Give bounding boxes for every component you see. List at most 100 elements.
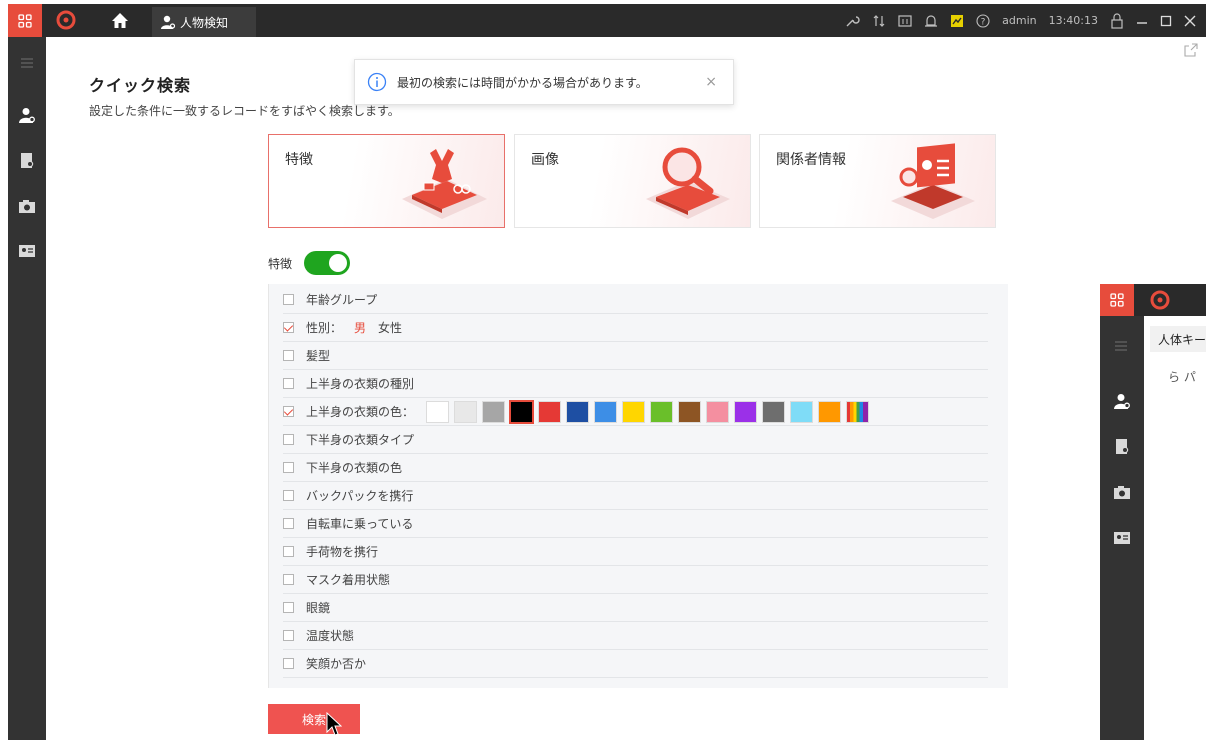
- color-swatch[interactable]: [509, 399, 535, 424]
- card-related-person[interactable]: 関係者情報: [759, 134, 996, 228]
- transfer-icon[interactable]: [872, 14, 886, 28]
- minimize-icon[interactable]: [1136, 15, 1148, 27]
- home-icon[interactable]: [110, 11, 130, 31]
- checkbox[interactable]: [283, 602, 294, 613]
- maximize-icon[interactable]: [1160, 15, 1172, 27]
- criteria-row-upper-clothing-type[interactable]: 上半身の衣類の種別: [283, 370, 988, 398]
- help-icon[interactable]: ?: [976, 13, 990, 28]
- checkbox[interactable]: [283, 350, 294, 361]
- criteria-row-gender[interactable]: 性別： 男 女性: [283, 314, 988, 342]
- color-swatch[interactable]: [538, 400, 562, 423]
- checkbox[interactable]: [283, 490, 294, 501]
- user-name[interactable]: admin: [1002, 14, 1036, 27]
- info-icon: [367, 72, 387, 92]
- info-toast: 最初の検索には時間がかかる場合があります。 ×: [354, 59, 734, 105]
- color-swatches: [426, 399, 870, 424]
- search-button[interactable]: 検索: [268, 704, 360, 734]
- criteria-row-smile[interactable]: 笑顔か否か: [283, 650, 988, 678]
- criteria-panel: 年齢グループ 性別： 男 女性 髪型 上半身の衣類の種別 上半身の衣類の色： 下…: [268, 284, 1008, 688]
- color-swatch[interactable]: [650, 400, 674, 423]
- criteria-row-lower-clothing-color[interactable]: 下半身の衣類の色: [283, 454, 988, 482]
- criteria-label: 笑顔か否か: [306, 657, 367, 671]
- feature-toggle[interactable]: [304, 251, 351, 275]
- second-window-tab[interactable]: 人体キー: [1150, 326, 1206, 352]
- document-search-icon[interactable]: [1114, 438, 1130, 456]
- camera-search-icon: [19, 200, 35, 213]
- camera-search-icon[interactable]: [1113, 484, 1131, 500]
- id-card-icon: [891, 143, 975, 219]
- feature-icon: [402, 149, 487, 219]
- device-icon[interactable]: [898, 14, 912, 28]
- alarm-icon[interactable]: [924, 14, 938, 28]
- color-swatch[interactable]: [566, 400, 590, 423]
- person-search-icon[interactable]: [1113, 392, 1131, 410]
- criteria-row-backpack[interactable]: バックパックを携行: [283, 482, 988, 510]
- color-swatch[interactable]: [678, 400, 702, 423]
- gender-option-female[interactable]: 女性: [378, 319, 402, 336]
- menu-icon[interactable]: [1114, 340, 1128, 352]
- criteria-row-mask[interactable]: マスク着用状態: [283, 566, 988, 594]
- picture-alert-icon[interactable]: [950, 14, 964, 28]
- checkbox[interactable]: [283, 462, 294, 473]
- checkbox[interactable]: [283, 294, 294, 305]
- gender-option-male[interactable]: 男: [354, 319, 366, 336]
- color-swatch[interactable]: [762, 400, 786, 423]
- apps-grid-icon[interactable]: [1100, 284, 1134, 316]
- criteria-row-lower-clothing-type[interactable]: 下半身の衣類タイプ: [283, 426, 988, 454]
- checkbox[interactable]: [283, 630, 294, 641]
- lock-icon[interactable]: [1110, 12, 1124, 29]
- menu-icon[interactable]: [8, 51, 46, 75]
- sidebar-item-document-search[interactable]: [8, 149, 46, 173]
- feature-toggle-row: 特徴: [268, 251, 351, 275]
- checkbox[interactable]: [283, 378, 294, 389]
- second-window-sidebar: [1100, 316, 1144, 740]
- color-swatch[interactable]: [706, 400, 730, 423]
- color-swatch[interactable]: [622, 400, 646, 423]
- tab-person-detection[interactable]: 人物検知: [152, 7, 256, 37]
- checkbox[interactable]: [283, 658, 294, 669]
- sidebar-item-id-card[interactable]: [8, 239, 46, 263]
- id-card-icon[interactable]: [1113, 530, 1131, 546]
- criteria-row-hairstyle[interactable]: 髪型: [283, 342, 988, 370]
- criteria-label: 温度状態: [306, 629, 355, 643]
- app-logo-icon: [56, 10, 76, 30]
- wrench-icon[interactable]: [844, 13, 860, 29]
- checkbox[interactable]: [283, 434, 294, 445]
- main-content: クイック検索 設定した条件に一致するレコードをすばやく検索します。 最初の検索に…: [46, 37, 1206, 740]
- second-window: 人体キー ら パ: [1100, 284, 1206, 740]
- criteria-row-temperature[interactable]: 温度状態: [283, 622, 988, 650]
- checkbox[interactable]: [283, 518, 294, 529]
- open-external-icon[interactable]: [1184, 43, 1198, 57]
- card-image[interactable]: 画像: [514, 134, 751, 228]
- criteria-row-age-group[interactable]: 年齢グループ: [283, 286, 988, 314]
- color-swatch[interactable]: [482, 400, 506, 423]
- sidebar-item-camera-search[interactable]: [8, 194, 46, 218]
- criteria-label: 髪型: [306, 349, 331, 363]
- card-feature[interactable]: 特徴: [268, 134, 505, 228]
- id-card-icon: [19, 245, 35, 257]
- second-window-titlebar: [1100, 284, 1206, 316]
- card-label: 関係者情報: [776, 152, 846, 168]
- criteria-row-carrying-bag[interactable]: 手荷物を携行: [283, 538, 988, 566]
- color-swatch[interactable]: [734, 400, 758, 423]
- criteria-row-upper-clothing-color[interactable]: 上半身の衣類の色：: [283, 398, 988, 426]
- color-swatch[interactable]: [594, 400, 618, 423]
- color-swatch[interactable]: [818, 400, 842, 423]
- person-search-icon: [19, 108, 35, 123]
- color-swatch[interactable]: [846, 400, 870, 423]
- magnifier-icon: [646, 147, 730, 219]
- color-swatch[interactable]: [454, 400, 478, 423]
- apps-grid-icon[interactable]: [8, 4, 42, 37]
- color-swatch[interactable]: [426, 400, 450, 423]
- close-icon[interactable]: [1184, 15, 1196, 27]
- color-swatch[interactable]: [790, 400, 814, 423]
- checkbox[interactable]: [283, 322, 294, 333]
- criteria-row-glasses[interactable]: 眼鏡: [283, 594, 988, 622]
- checkbox[interactable]: [283, 546, 294, 557]
- criteria-row-riding-bicycle[interactable]: 自転車に乗っている: [283, 510, 988, 538]
- checkbox[interactable]: [283, 406, 294, 417]
- card-label: 画像: [531, 152, 559, 168]
- toast-close-icon[interactable]: ×: [705, 74, 717, 90]
- sidebar-item-person-search[interactable]: [8, 103, 46, 127]
- checkbox[interactable]: [283, 574, 294, 585]
